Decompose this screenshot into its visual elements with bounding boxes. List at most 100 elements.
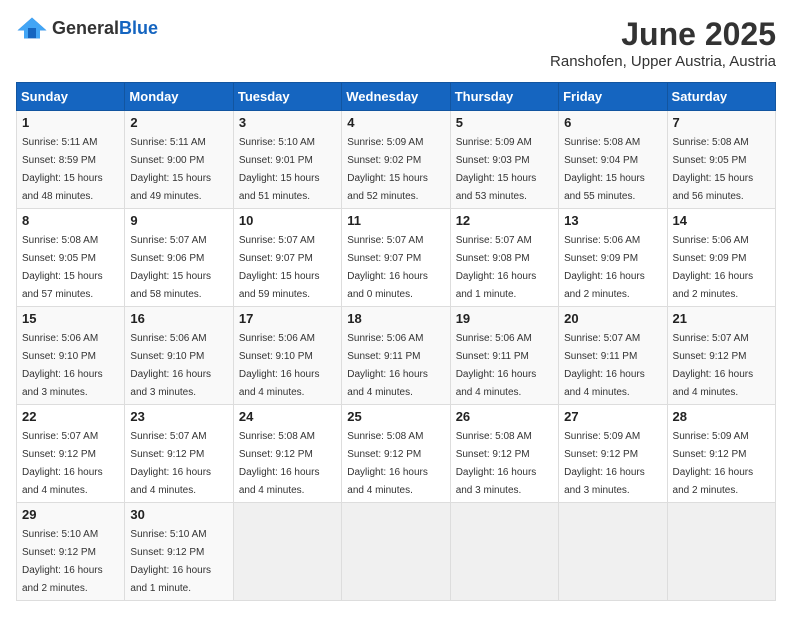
week-row-5: 29 Sunrise: 5:10 AMSunset: 9:12 PMDaylig… (17, 503, 776, 601)
logo-general: General (52, 18, 119, 38)
day-number: 24 (239, 409, 336, 424)
table-row: 4 Sunrise: 5:09 AMSunset: 9:02 PMDayligh… (342, 111, 450, 209)
day-info: Sunrise: 5:07 AMSunset: 9:11 PMDaylight:… (564, 333, 645, 398)
day-number: 20 (564, 311, 661, 326)
header: GeneralBlue June 2025 Ranshofen, Upper A… (16, 16, 776, 70)
day-info: Sunrise: 5:08 AMSunset: 9:05 PMDaylight:… (22, 235, 103, 300)
day-number: 9 (130, 213, 227, 228)
header-friday: Friday (559, 83, 667, 111)
logo-blue: Blue (119, 18, 158, 38)
table-row (559, 503, 667, 601)
day-info: Sunrise: 5:07 AMSunset: 9:06 PMDaylight:… (130, 235, 211, 300)
day-number: 19 (456, 311, 553, 326)
day-number: 4 (347, 115, 444, 130)
day-number: 8 (22, 213, 119, 228)
table-row: 15 Sunrise: 5:06 AMSunset: 9:10 PMDaylig… (17, 307, 125, 405)
day-number: 6 (564, 115, 661, 130)
table-row: 7 Sunrise: 5:08 AMSunset: 9:05 PMDayligh… (667, 111, 775, 209)
header-tuesday: Tuesday (233, 83, 341, 111)
title-area: June 2025 Ranshofen, Upper Austria, Aust… (550, 16, 776, 70)
table-row: 19 Sunrise: 5:06 AMSunset: 9:11 PMDaylig… (450, 307, 558, 405)
day-info: Sunrise: 5:09 AMSunset: 9:12 PMDaylight:… (564, 431, 645, 496)
day-info: Sunrise: 5:06 AMSunset: 9:10 PMDaylight:… (130, 333, 211, 398)
location-title: Ranshofen, Upper Austria, Austria (550, 53, 776, 70)
day-number: 12 (456, 213, 553, 228)
day-number: 27 (564, 409, 661, 424)
table-row: 13 Sunrise: 5:06 AMSunset: 9:09 PMDaylig… (559, 209, 667, 307)
day-number: 22 (22, 409, 119, 424)
table-row: 17 Sunrise: 5:06 AMSunset: 9:10 PMDaylig… (233, 307, 341, 405)
table-row: 28 Sunrise: 5:09 AMSunset: 9:12 PMDaylig… (667, 405, 775, 503)
table-row: 14 Sunrise: 5:06 AMSunset: 9:09 PMDaylig… (667, 209, 775, 307)
table-row: 25 Sunrise: 5:08 AMSunset: 9:12 PMDaylig… (342, 405, 450, 503)
day-info: Sunrise: 5:11 AMSunset: 8:59 PMDaylight:… (22, 137, 103, 202)
day-info: Sunrise: 5:09 AMSunset: 9:02 PMDaylight:… (347, 137, 428, 202)
day-info: Sunrise: 5:07 AMSunset: 9:12 PMDaylight:… (22, 431, 103, 496)
day-number: 17 (239, 311, 336, 326)
week-row-1: 1 Sunrise: 5:11 AMSunset: 8:59 PMDayligh… (17, 111, 776, 209)
day-info: Sunrise: 5:10 AMSunset: 9:12 PMDaylight:… (130, 529, 211, 594)
day-info: Sunrise: 5:07 AMSunset: 9:12 PMDaylight:… (130, 431, 211, 496)
table-row: 20 Sunrise: 5:07 AMSunset: 9:11 PMDaylig… (559, 307, 667, 405)
header-sunday: Sunday (17, 83, 125, 111)
table-row: 12 Sunrise: 5:07 AMSunset: 9:08 PMDaylig… (450, 209, 558, 307)
table-row: 30 Sunrise: 5:10 AMSunset: 9:12 PMDaylig… (125, 503, 233, 601)
table-row: 22 Sunrise: 5:07 AMSunset: 9:12 PMDaylig… (17, 405, 125, 503)
table-row: 23 Sunrise: 5:07 AMSunset: 9:12 PMDaylig… (125, 405, 233, 503)
day-info: Sunrise: 5:09 AMSunset: 9:12 PMDaylight:… (673, 431, 754, 496)
day-number: 5 (456, 115, 553, 130)
table-row: 10 Sunrise: 5:07 AMSunset: 9:07 PMDaylig… (233, 209, 341, 307)
day-info: Sunrise: 5:07 AMSunset: 9:08 PMDaylight:… (456, 235, 537, 300)
day-number: 10 (239, 213, 336, 228)
day-number: 29 (22, 507, 119, 522)
header-monday: Monday (125, 83, 233, 111)
table-row (233, 503, 341, 601)
day-info: Sunrise: 5:08 AMSunset: 9:05 PMDaylight:… (673, 137, 754, 202)
day-number: 21 (673, 311, 770, 326)
day-info: Sunrise: 5:06 AMSunset: 9:11 PMDaylight:… (347, 333, 428, 398)
day-info: Sunrise: 5:11 AMSunset: 9:00 PMDaylight:… (130, 137, 211, 202)
day-number: 1 (22, 115, 119, 130)
day-number: 15 (22, 311, 119, 326)
logo-icon (16, 16, 48, 40)
table-row: 6 Sunrise: 5:08 AMSunset: 9:04 PMDayligh… (559, 111, 667, 209)
day-number: 2 (130, 115, 227, 130)
week-row-2: 8 Sunrise: 5:08 AMSunset: 9:05 PMDayligh… (17, 209, 776, 307)
day-info: Sunrise: 5:06 AMSunset: 9:09 PMDaylight:… (673, 235, 754, 300)
day-info: Sunrise: 5:10 AMSunset: 9:12 PMDaylight:… (22, 529, 103, 594)
month-title: June 2025 (550, 16, 776, 53)
day-number: 7 (673, 115, 770, 130)
table-row: 9 Sunrise: 5:07 AMSunset: 9:06 PMDayligh… (125, 209, 233, 307)
day-number: 14 (673, 213, 770, 228)
week-row-4: 22 Sunrise: 5:07 AMSunset: 9:12 PMDaylig… (17, 405, 776, 503)
day-info: Sunrise: 5:07 AMSunset: 9:12 PMDaylight:… (673, 333, 754, 398)
day-number: 30 (130, 507, 227, 522)
table-row: 16 Sunrise: 5:06 AMSunset: 9:10 PMDaylig… (125, 307, 233, 405)
header-thursday: Thursday (450, 83, 558, 111)
header-wednesday: Wednesday (342, 83, 450, 111)
day-number: 25 (347, 409, 444, 424)
header-saturday: Saturday (667, 83, 775, 111)
table-row: 8 Sunrise: 5:08 AMSunset: 9:05 PMDayligh… (17, 209, 125, 307)
day-info: Sunrise: 5:08 AMSunset: 9:12 PMDaylight:… (239, 431, 320, 496)
table-row (667, 503, 775, 601)
table-row: 29 Sunrise: 5:10 AMSunset: 9:12 PMDaylig… (17, 503, 125, 601)
day-number: 28 (673, 409, 770, 424)
table-row (450, 503, 558, 601)
table-row: 26 Sunrise: 5:08 AMSunset: 9:12 PMDaylig… (450, 405, 558, 503)
day-number: 11 (347, 213, 444, 228)
table-row (342, 503, 450, 601)
day-info: Sunrise: 5:06 AMSunset: 9:10 PMDaylight:… (22, 333, 103, 398)
day-number: 13 (564, 213, 661, 228)
day-number: 23 (130, 409, 227, 424)
day-info: Sunrise: 5:09 AMSunset: 9:03 PMDaylight:… (456, 137, 537, 202)
table-row: 1 Sunrise: 5:11 AMSunset: 8:59 PMDayligh… (17, 111, 125, 209)
logo: GeneralBlue (16, 16, 158, 40)
day-number: 3 (239, 115, 336, 130)
weekday-header-row: Sunday Monday Tuesday Wednesday Thursday… (17, 83, 776, 111)
table-row: 11 Sunrise: 5:07 AMSunset: 9:07 PMDaylig… (342, 209, 450, 307)
table-row: 24 Sunrise: 5:08 AMSunset: 9:12 PMDaylig… (233, 405, 341, 503)
logo-text: GeneralBlue (52, 18, 158, 39)
day-number: 16 (130, 311, 227, 326)
day-info: Sunrise: 5:07 AMSunset: 9:07 PMDaylight:… (239, 235, 320, 300)
